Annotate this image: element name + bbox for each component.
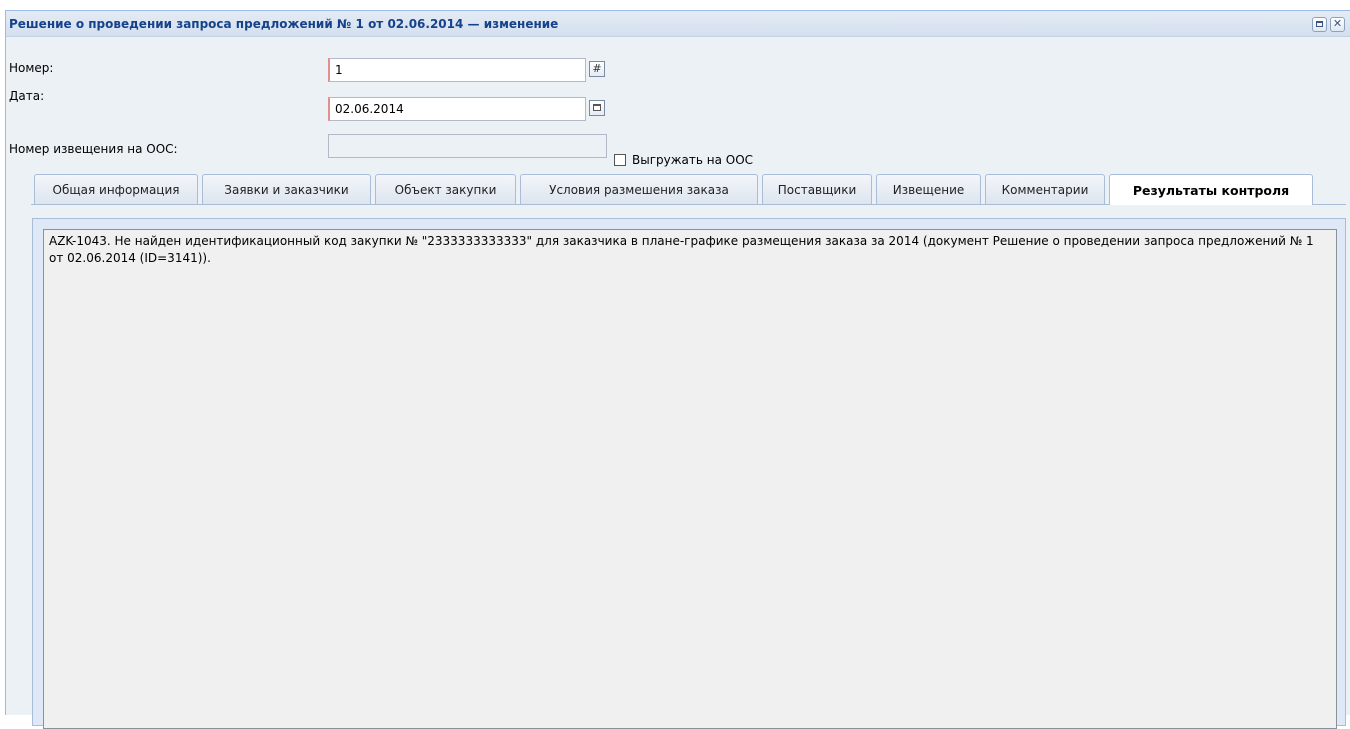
window-titlebar[interactable]: Решение о проведении запроса предложений… bbox=[6, 11, 1350, 37]
number-trigger[interactable]: # bbox=[586, 58, 607, 82]
control-results-text[interactable]: AZK-1043. Не найден идентификационный ко… bbox=[43, 229, 1337, 729]
tab-notice[interactable]: Извещение bbox=[876, 174, 981, 204]
edit-window: Решение о проведении запроса предложений… bbox=[5, 10, 1350, 729]
date-trigger[interactable] bbox=[586, 97, 607, 121]
maximize-glyph bbox=[1316, 21, 1323, 27]
notice-number-label: Номер извещения на ООС: bbox=[9, 142, 178, 156]
tab-comments[interactable]: Комментарии bbox=[985, 174, 1105, 204]
tab-applications-customers[interactable]: Заявки и заказчики bbox=[202, 174, 371, 204]
tab-procurement-object[interactable]: Объект закупки bbox=[375, 174, 516, 204]
window-title: Решение о проведении запроса предложений… bbox=[9, 17, 559, 31]
date-field[interactable]: 02.06.2014 bbox=[328, 97, 586, 121]
date-label: Дата: bbox=[9, 89, 45, 103]
tab-control-results[interactable]: Результаты контроля bbox=[1109, 174, 1313, 205]
hash-icon[interactable]: # bbox=[589, 61, 605, 77]
number-field[interactable]: 1 bbox=[328, 58, 586, 82]
calendar-glyph bbox=[593, 104, 601, 111]
calendar-icon[interactable] bbox=[589, 100, 605, 116]
tab-general-info[interactable]: Общая информация bbox=[34, 174, 198, 204]
export-ooc-label[interactable]: Выгружать на ООС bbox=[632, 153, 753, 167]
tab-placement-conditions[interactable]: Условия размешения заказа bbox=[520, 174, 758, 204]
notice-number-field[interactable] bbox=[328, 134, 607, 158]
tab-suppliers[interactable]: Поставщики bbox=[762, 174, 872, 204]
export-ooc-checkbox[interactable] bbox=[614, 154, 626, 166]
maximize-icon[interactable] bbox=[1312, 17, 1327, 32]
tab-strip: Общая информация Заявки и заказчики Объе… bbox=[31, 174, 1346, 215]
number-label: Номер: bbox=[9, 61, 54, 75]
close-icon[interactable]: ✕ bbox=[1330, 17, 1345, 32]
control-results-panel: AZK-1043. Не найден идентификационный ко… bbox=[32, 218, 1346, 729]
